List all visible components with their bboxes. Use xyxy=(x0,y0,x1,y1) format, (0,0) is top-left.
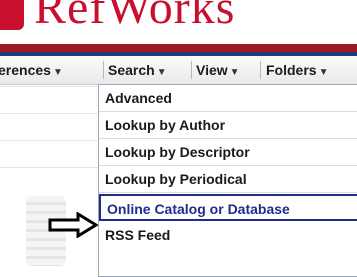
menu-separator xyxy=(191,61,192,79)
caret-down-icon: ▼ xyxy=(52,67,63,78)
menu-item-online-catalog[interactable]: Online Catalog or Database xyxy=(99,194,357,221)
menu-item-lookup-periodical[interactable]: Lookup by Periodical xyxy=(99,166,357,193)
menu-item-lookup-author[interactable]: Lookup by Author xyxy=(99,112,357,139)
logo-mark xyxy=(0,0,24,30)
menu-separator xyxy=(260,61,261,79)
menu-separator xyxy=(103,61,104,79)
menu-folders[interactable]: Folders ▼ xyxy=(266,56,328,84)
search-dropdown-menu: Advanced Lookup by Author Lookup by Desc… xyxy=(98,84,357,277)
divider xyxy=(0,140,98,141)
header-red-rule xyxy=(0,44,357,52)
caret-down-icon: ▼ xyxy=(156,67,167,78)
arrow-right-icon xyxy=(48,212,98,238)
app-header: RefWorks xyxy=(0,0,357,44)
logo-wordmark: RefWorks xyxy=(34,0,236,34)
menu-search-label: Search xyxy=(108,62,155,78)
menu-references[interactable]: erences ▼ xyxy=(0,56,63,84)
menu-search[interactable]: Search ▼ xyxy=(108,56,167,84)
divider xyxy=(0,86,98,87)
menu-view[interactable]: View ▼ xyxy=(196,56,240,84)
divider xyxy=(0,167,98,168)
menu-view-label: View xyxy=(196,62,228,78)
menu-item-advanced[interactable]: Advanced xyxy=(99,85,357,112)
menu-item-rss-feed[interactable]: RSS Feed xyxy=(99,222,357,249)
divider xyxy=(0,113,98,114)
menu-item-lookup-descriptor[interactable]: Lookup by Descriptor xyxy=(99,139,357,166)
caret-down-icon: ▼ xyxy=(229,67,240,78)
menu-references-label: erences xyxy=(0,62,51,78)
menu-bar: erences ▼ Search ▼ View ▼ Folders ▼ xyxy=(0,56,357,85)
menu-folders-label: Folders xyxy=(266,62,317,78)
caret-down-icon: ▼ xyxy=(318,67,329,78)
